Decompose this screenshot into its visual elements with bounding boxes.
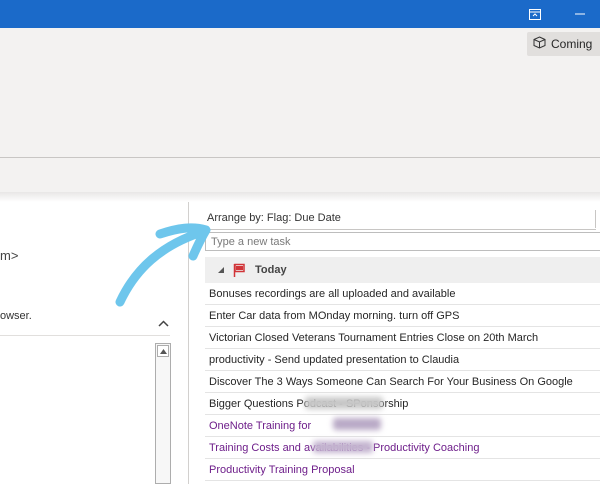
task-subject: Victorian Closed Veterans Tournament Ent… bbox=[209, 331, 539, 344]
task-list: Bonuses recordings are all uploaded and … bbox=[205, 283, 600, 481]
task-subject: Enter Car data from MOnday morning. turn… bbox=[209, 309, 460, 322]
task-item[interactable]: Bonuses recordings are all uploaded and … bbox=[205, 283, 600, 305]
sub-toolbar bbox=[0, 158, 600, 192]
coming-soon-label: Coming bbox=[551, 37, 593, 51]
scroll-up-icon[interactable] bbox=[157, 345, 169, 357]
chevron-up-icon[interactable] bbox=[156, 316, 170, 330]
task-subject: Productivity Training Proposal bbox=[209, 463, 355, 476]
divider bbox=[0, 335, 170, 336]
task-item[interactable]: productivity - Send updated presentation… bbox=[205, 349, 600, 371]
cube-icon bbox=[533, 36, 546, 52]
restore-window-icon[interactable] bbox=[520, 0, 550, 28]
reading-pane: m> owser. bbox=[0, 202, 189, 484]
task-item[interactable]: Training Costs and availabilities - Prod… bbox=[205, 437, 600, 459]
red-flag-icon bbox=[233, 262, 247, 278]
toolbar-shadow bbox=[0, 192, 600, 202]
redaction-blur bbox=[305, 397, 383, 409]
task-item[interactable]: Victorian Closed Veterans Tournament Ent… bbox=[205, 327, 600, 349]
column-divider bbox=[595, 210, 596, 228]
task-item[interactable]: Enter Car data from MOnday morning. turn… bbox=[205, 305, 600, 327]
task-item[interactable]: Bigger Questions Podcast - SPonsorship bbox=[205, 393, 600, 415]
task-item[interactable]: OneNote Training for bbox=[205, 415, 600, 437]
reading-pane-text-fragment: m> bbox=[0, 248, 19, 263]
task-subject: Discover The 3 Ways Someone Can Search F… bbox=[209, 375, 573, 388]
scrollbar[interactable] bbox=[155, 343, 171, 484]
divider bbox=[201, 229, 596, 230]
ribbon bbox=[0, 28, 600, 158]
task-list-pane: Arrange by: Flag: Due Date Today Bonuses… bbox=[201, 202, 600, 484]
new-task-input[interactable] bbox=[205, 232, 600, 251]
coming-soon-button[interactable]: Coming bbox=[527, 32, 600, 56]
redaction-blur bbox=[333, 418, 381, 430]
reading-pane-text-fragment-2: owser. bbox=[0, 310, 32, 322]
redaction-blur bbox=[313, 441, 373, 453]
task-subject: productivity - Send updated presentation… bbox=[209, 353, 460, 366]
collapse-triangle-icon[interactable] bbox=[217, 265, 227, 275]
task-item[interactable]: Discover The 3 Ways Someone Can Search F… bbox=[205, 371, 600, 393]
task-subject: Bonuses recordings are all uploaded and … bbox=[209, 287, 456, 300]
task-item[interactable]: Productivity Training Proposal bbox=[205, 459, 600, 481]
task-subject: OneNote Training for bbox=[209, 419, 312, 432]
title-bar bbox=[0, 0, 600, 28]
minimize-icon[interactable] bbox=[565, 0, 595, 28]
arrange-by-label[interactable]: Arrange by: Flag: Due Date bbox=[207, 212, 341, 224]
group-title: Today bbox=[255, 264, 287, 276]
group-header-today[interactable]: Today bbox=[205, 257, 600, 283]
